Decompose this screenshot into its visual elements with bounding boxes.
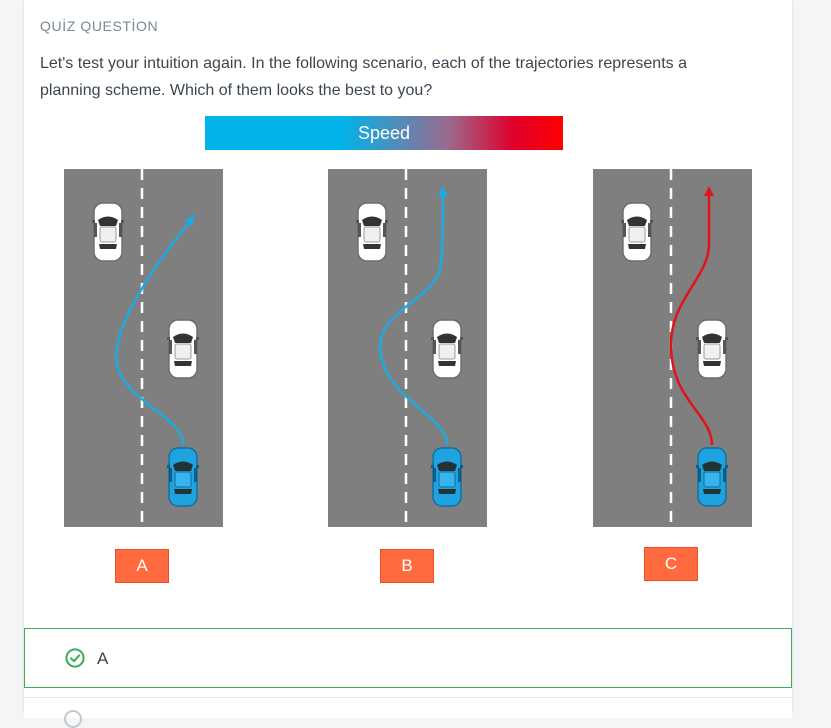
road <box>593 169 752 527</box>
obstacle-car <box>430 319 464 379</box>
obstacle-car <box>695 319 729 379</box>
ego-car <box>695 447 729 507</box>
scenario-b-diagram <box>328 169 487 527</box>
ego-car <box>430 447 464 507</box>
option-a-button[interactable]: A <box>115 549 169 583</box>
check-circle-icon <box>65 648 85 668</box>
obstacle-car <box>166 319 200 379</box>
road <box>328 169 487 527</box>
scenario-c-diagram <box>593 169 752 527</box>
answer-option-label: A <box>97 649 109 668</box>
option-b-button[interactable]: B <box>380 549 434 583</box>
obstacle-car <box>620 202 654 262</box>
answer-option-a[interactable]: A <box>24 628 792 688</box>
ego-car <box>166 447 200 507</box>
obstacle-car <box>91 202 125 262</box>
answer-option-next[interactable] <box>24 697 792 728</box>
speed-legend-label: Speed <box>357 123 411 143</box>
speed-legend: Speed <box>205 116 563 150</box>
quiz-kicker: QUİZ QUESTİON <box>40 18 159 34</box>
scenario-a-diagram <box>64 169 223 527</box>
option-c-button[interactable]: C <box>644 547 698 581</box>
road <box>64 169 223 527</box>
question-text: Let's test your intuition again. In the … <box>40 55 687 99</box>
obstacle-car <box>355 202 389 262</box>
